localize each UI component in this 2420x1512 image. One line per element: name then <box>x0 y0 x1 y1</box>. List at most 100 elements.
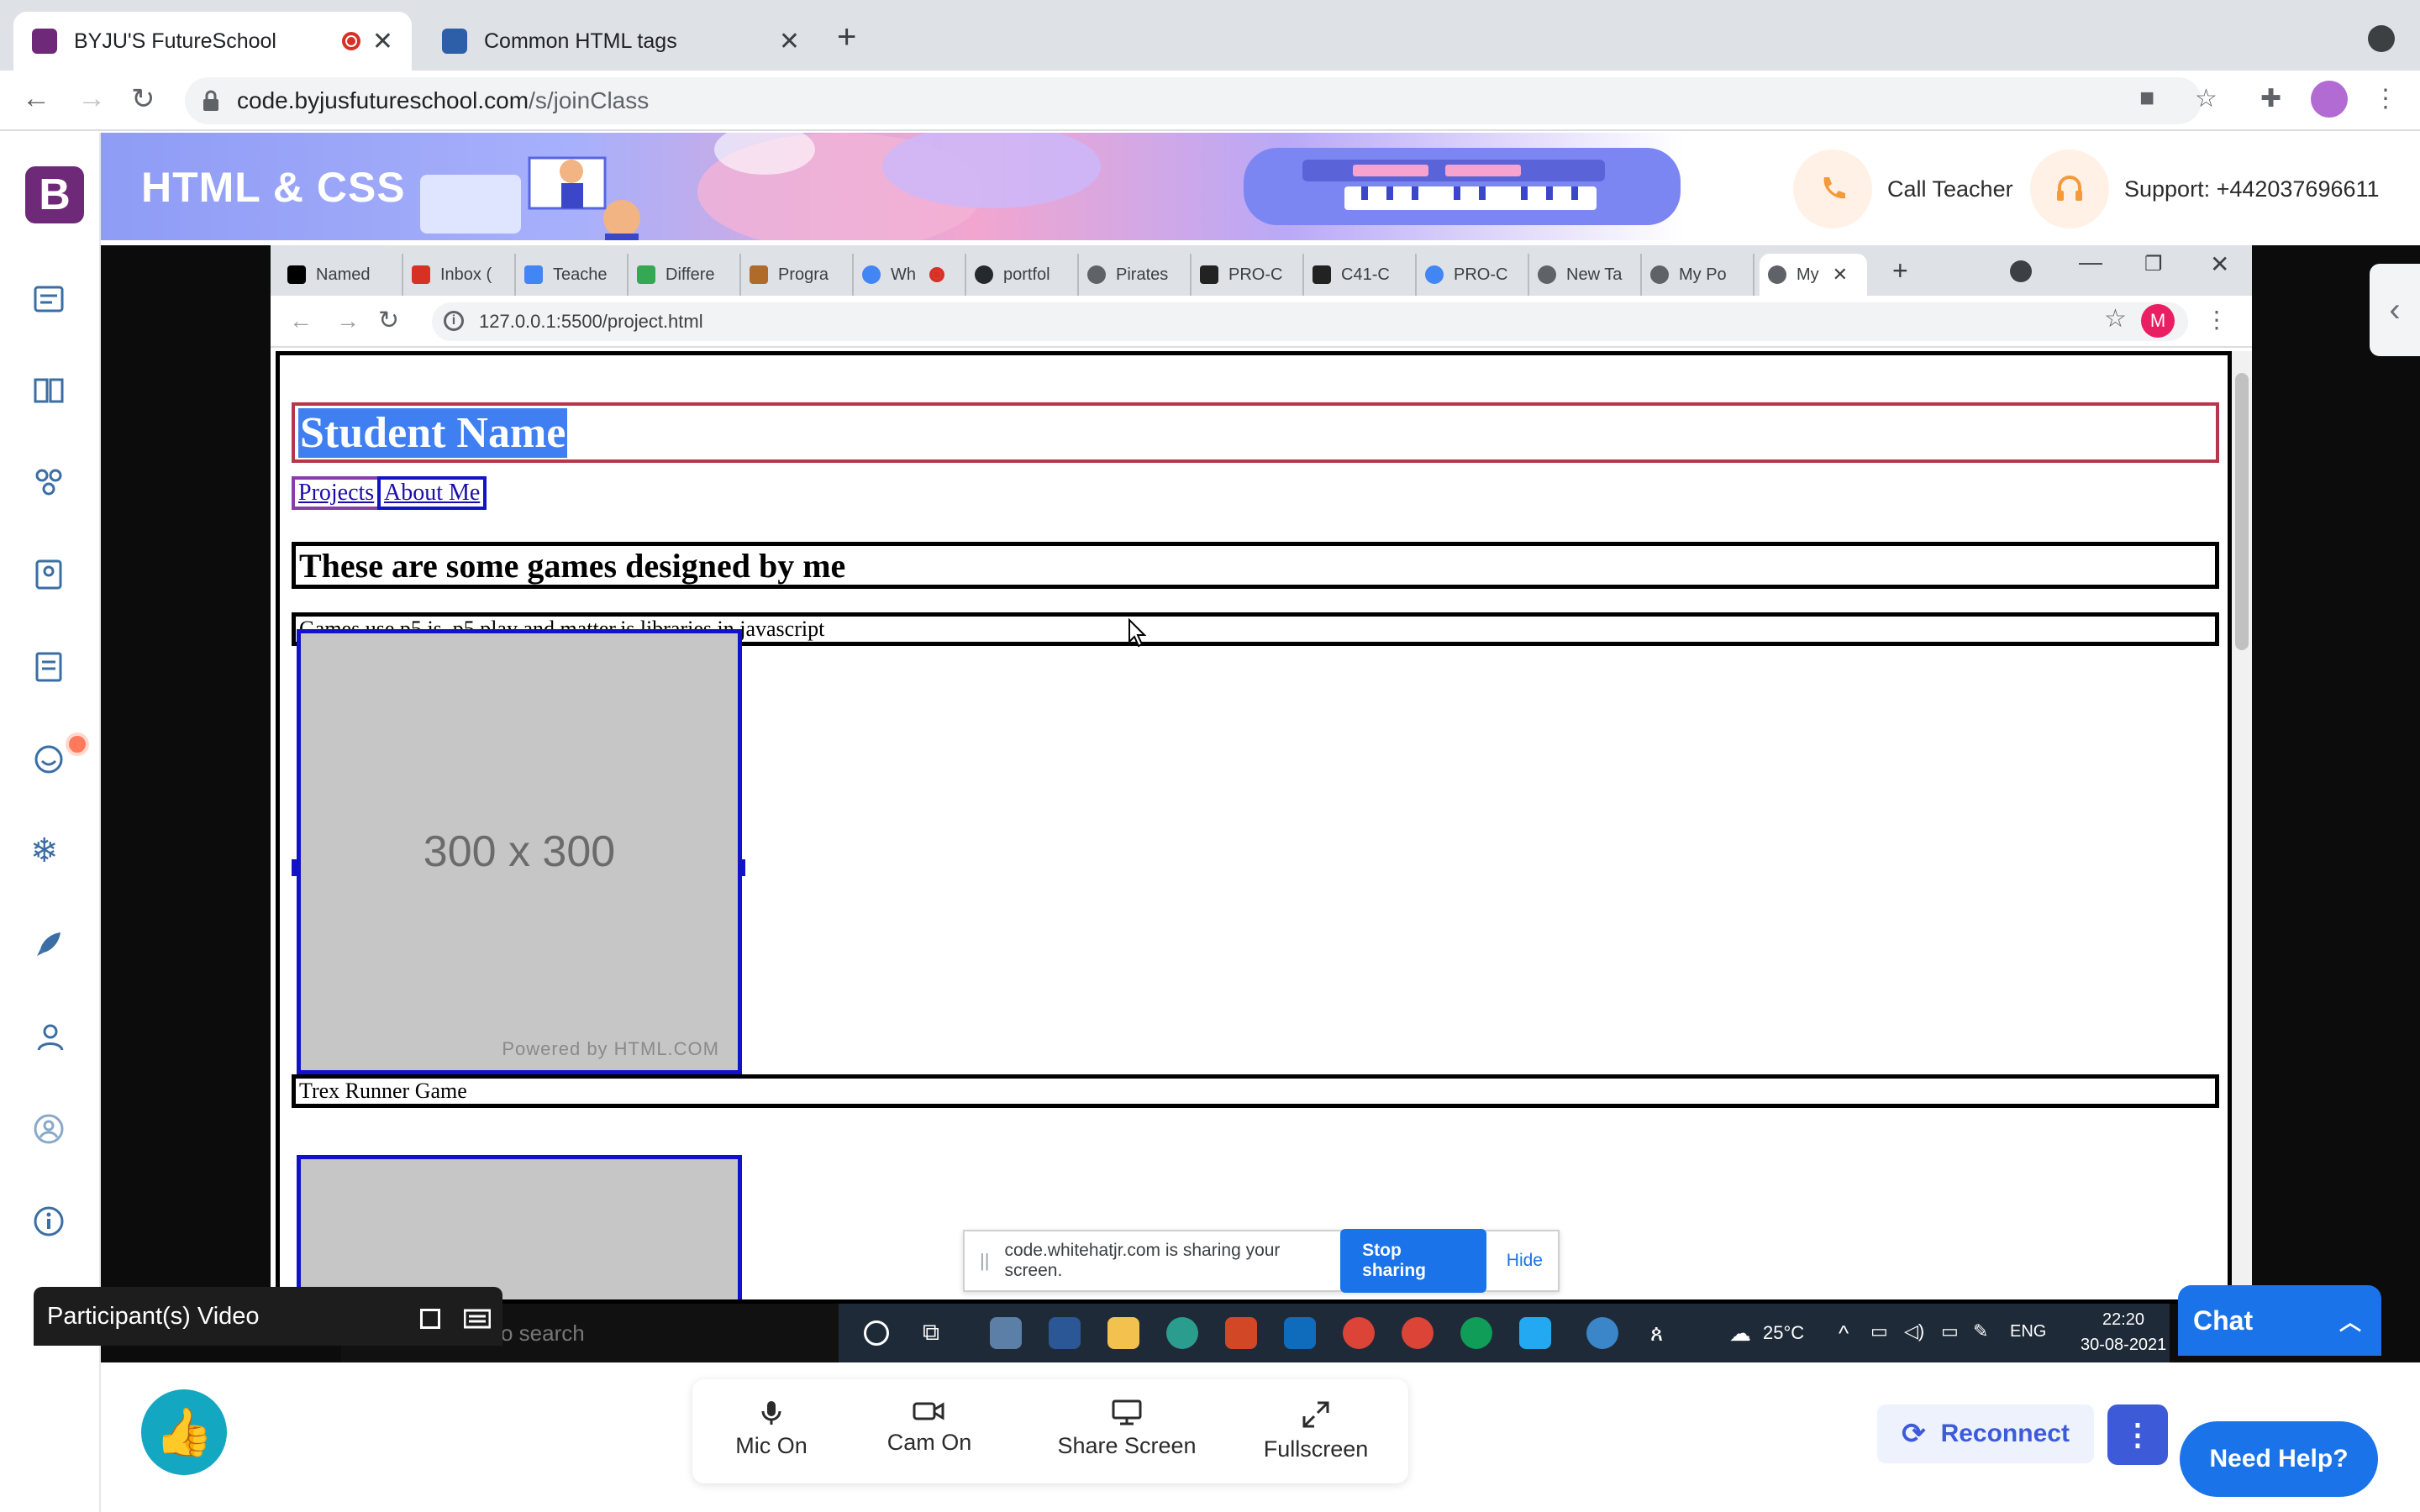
mail-icon <box>1284 1317 1316 1349</box>
back-icon[interactable]: ← <box>22 82 50 115</box>
notebook-icon[interactable] <box>32 558 66 591</box>
tab-search-icon[interactable] <box>2368 25 2395 52</box>
shared-info-icon: i <box>444 311 464 331</box>
about-me-link: About Me <box>377 476 487 510</box>
new-tab-icon[interactable]: + <box>837 18 856 56</box>
shared-profile-avatar: M <box>2141 304 2175 338</box>
more-options-icon[interactable]: ⋮ <box>2107 1404 2168 1465</box>
mic-button[interactable]: Mic On <box>721 1399 822 1459</box>
layout-icon[interactable] <box>464 1309 491 1329</box>
html-favicon-icon <box>442 29 467 54</box>
fullscreen-icon <box>1302 1401 1329 1428</box>
shared-tab-active: My ✕ <box>1760 254 1867 296</box>
taskbar-time: 22:20 <box>2102 1310 2145 1329</box>
pen-icon: ✎ <box>1973 1320 1989 1341</box>
shared-close-window-icon: ✕ <box>2210 251 2230 277</box>
shared-tab: Progra <box>741 254 854 296</box>
forward-icon[interactable]: → <box>77 82 106 115</box>
need-help-button[interactable]: Need Help? <box>2180 1421 2378 1497</box>
keyboard-illustration-icon <box>1244 148 1681 225</box>
taskbar-app-icon <box>990 1317 1022 1349</box>
address-bar[interactable]: code.byjusfutureschool.com/s/joinClass <box>185 77 2202 124</box>
browser-tab-byjus[interactable]: BYJU'S FutureSchool ✕ <box>13 12 412 71</box>
fullscreen-button[interactable]: Fullscreen <box>1257 1399 1375 1462</box>
url-path: /s/joinClass <box>529 87 650 113</box>
chat-panel-toggle[interactable]: Chat ︿ <box>2178 1285 2381 1356</box>
tray-chevron-icon: ^ <box>1839 1320 1849 1346</box>
shared-tab: C41-C <box>1304 254 1417 296</box>
shared-tab: Named <box>279 254 403 296</box>
people-icon: ጰ <box>1650 1320 1664 1346</box>
shared-restore-icon: ❐ <box>2144 253 2163 276</box>
close-tab-icon[interactable]: ✕ <box>372 27 393 56</box>
rocket-icon[interactable] <box>32 927 66 961</box>
profile-avatar[interactable] <box>2311 81 2348 118</box>
shared-tab: New Ta <box>1529 254 1642 296</box>
chevron-up-icon: ︿ <box>2338 1309 2361 1335</box>
reconnect-label: Reconnect <box>1940 1420 2070 1447</box>
profile-icon[interactable] <box>32 1112 66 1146</box>
mouse-cursor-icon <box>1128 618 1147 648</box>
screen-sharing-notice: || code.whitehatjr.com is sharing your s… <box>963 1229 1560 1293</box>
taskbar-temperature: 25°C <box>1763 1322 1805 1343</box>
close-tab-icon[interactable]: ✕ <box>779 27 800 56</box>
share-screen-button[interactable]: Share Screen <box>1055 1399 1198 1459</box>
course-title: HTML & CSS <box>141 164 406 211</box>
mic-icon <box>761 1401 781 1425</box>
volume-icon: ◁) <box>1904 1320 1925 1341</box>
games-heading: These are some games designed by me <box>292 542 2219 589</box>
file-explorer-icon <box>1107 1317 1139 1349</box>
shared-tab: Teache <box>516 254 629 296</box>
word-icon <box>1049 1317 1081 1349</box>
reconnect-button[interactable]: ⟳ Reconnect <box>1877 1404 2094 1463</box>
shared-reload-icon: ↻ <box>378 307 400 334</box>
call-teacher-button[interactable] <box>1793 150 1872 228</box>
weather-icon: ☁ <box>1729 1320 1751 1346</box>
book-icon[interactable] <box>32 373 66 407</box>
camera-blocked-icon[interactable]: ■ <box>2139 84 2154 113</box>
shared-scrollbar-thumb <box>2235 373 2249 650</box>
game-thumbnail-placeholder-2 <box>297 1155 742 1299</box>
maximize-video-icon[interactable] <box>420 1309 440 1329</box>
support-button[interactable] <box>2030 150 2109 228</box>
drag-grip-icon[interactable]: || <box>980 1250 989 1272</box>
browser-tab-html-tags[interactable]: Common HTML tags ✕ <box>424 12 818 71</box>
call-teacher-label[interactable]: Call Teacher <box>1887 176 2013 202</box>
lock-icon <box>203 90 218 111</box>
assignments-icon[interactable] <box>32 650 66 684</box>
game-thumbnail-placeholder: 300 x 300 Powered by HTML.COM <box>297 629 742 1074</box>
emoji-icon[interactable] <box>32 743 66 776</box>
chat-label: Chat <box>2193 1305 2254 1336</box>
shared-tab: My Po <box>1642 254 1754 296</box>
app-logo[interactable]: B <box>25 166 84 223</box>
collapse-panel-icon[interactable]: ‹ <box>2370 264 2420 356</box>
shared-menu-icon: ⋮ <box>2205 307 2228 333</box>
thumbs-up-icon[interactable]: 👍 <box>141 1389 227 1475</box>
activities-icon[interactable] <box>32 465 66 499</box>
support-icon[interactable] <box>32 1020 66 1053</box>
cortana-icon <box>864 1320 889 1346</box>
camera-button[interactable]: Cam On <box>879 1399 980 1456</box>
shared-tab: Inbox ( <box>403 254 516 296</box>
info-icon[interactable] <box>32 1205 66 1238</box>
fullscreen-label: Fullscreen <box>1263 1436 1369 1462</box>
stop-sharing-button[interactable]: Stop sharing <box>1340 1229 1486 1293</box>
extensions-icon[interactable]: ✚ <box>2260 84 2281 113</box>
browser-menu-icon[interactable]: ⋮ <box>2373 84 2398 113</box>
student-web-page: Student Name Projects About Me These are… <box>276 351 2232 1304</box>
chrome-icon-2 <box>1402 1317 1434 1349</box>
support-phone: Support: +442037696611 <box>2124 176 2380 202</box>
reload-icon[interactable]: ↻ <box>131 82 155 116</box>
windows-taskbar: ⧉ ጰ ☁ 25°C ^ ▭ ◁) ▭ ✎ ENG 22:20 30-08-20… <box>839 1304 2170 1362</box>
dashboard-icon[interactable] <box>32 282 66 316</box>
task-view-icon: ⧉ <box>923 1319 939 1345</box>
bookmark-star-icon[interactable]: ☆ <box>2195 84 2217 113</box>
shared-forward-icon: → <box>336 307 360 333</box>
refresh-icon: ⟳ <box>1902 1418 1926 1450</box>
placeholder-size-text: 300 x 300 <box>423 827 616 876</box>
chrome-icon-3 <box>1460 1317 1492 1349</box>
browser-tab-title: BYJU'S FutureSchool <box>74 29 276 53</box>
snowflake-icon[interactable]: ❄ <box>30 832 59 870</box>
hide-notice-button[interactable]: Hide <box>1507 1251 1543 1271</box>
shared-tab: PRO-C <box>1192 254 1304 296</box>
